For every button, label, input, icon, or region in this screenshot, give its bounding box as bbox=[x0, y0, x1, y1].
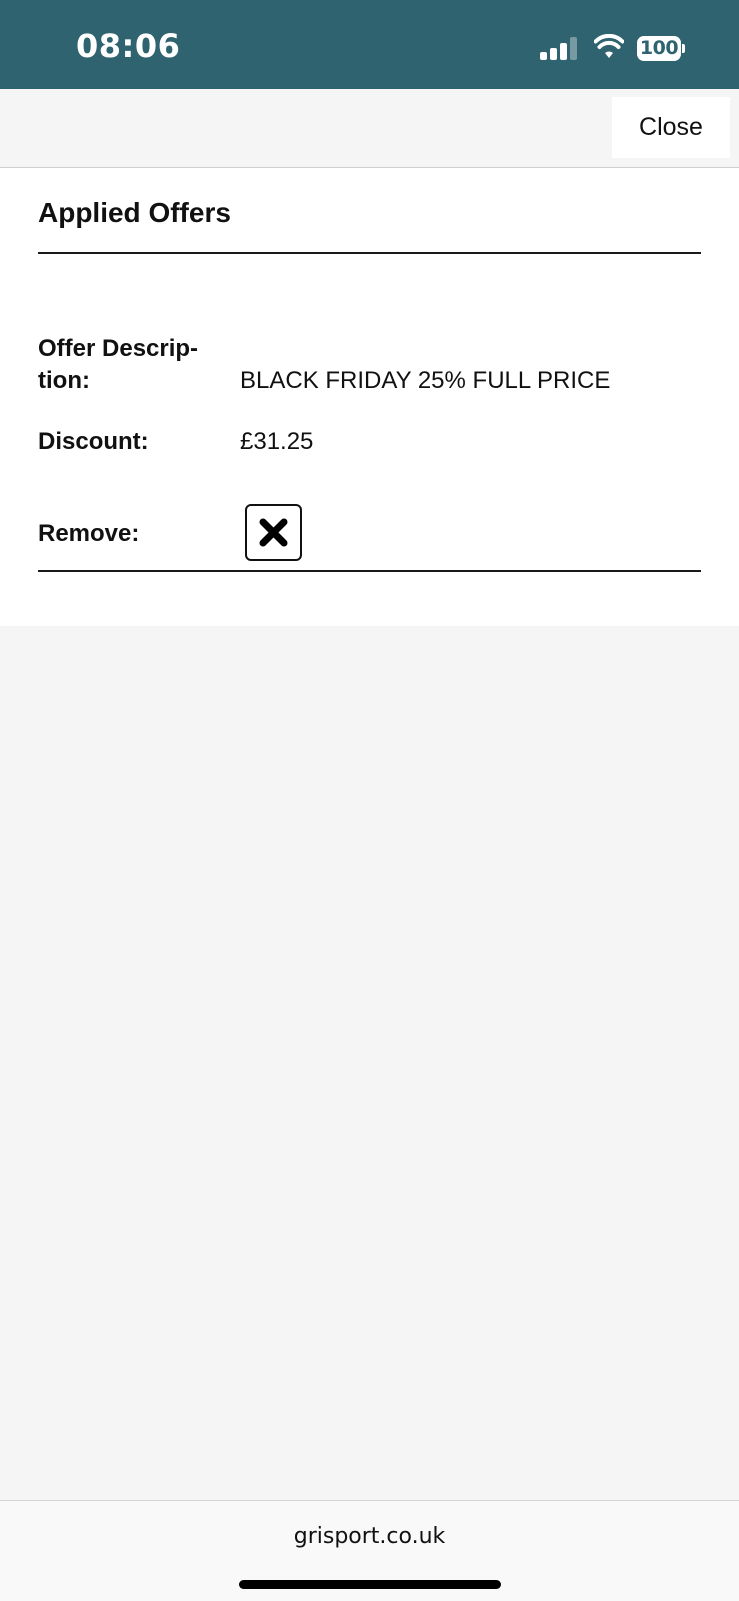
battery-level: 100 bbox=[639, 37, 679, 59]
offer-description-label-line2: tion: bbox=[38, 367, 90, 394]
offer-description-label-line1: Offer Descrip- bbox=[38, 335, 199, 362]
browser-bottom-bar: grisport.co.uk bbox=[0, 1500, 739, 1601]
panel-title: Applied Offers bbox=[38, 197, 231, 228]
battery-icon: 100 bbox=[637, 36, 685, 61]
cellular-signal-icon bbox=[540, 37, 578, 60]
url-text[interactable]: grisport.co.uk bbox=[0, 1524, 739, 1549]
discount-value: £31.25 bbox=[240, 428, 314, 455]
offer-description-value: BLACK FRIDAY 25% FULL PRICE bbox=[240, 367, 611, 394]
remove-offer-button[interactable] bbox=[245, 504, 302, 561]
modal-top-bar: Close bbox=[0, 89, 739, 168]
wifi-icon bbox=[594, 34, 624, 58]
title-divider bbox=[38, 252, 701, 254]
home-indicator[interactable] bbox=[239, 1580, 501, 1589]
remove-label: Remove: bbox=[38, 520, 140, 547]
offer-divider bbox=[38, 570, 701, 572]
status-bar: 08:06 100 bbox=[0, 0, 739, 89]
applied-offers-panel: Applied Offers Offer Descrip- tion: BLAC… bbox=[0, 168, 739, 626]
close-button[interactable]: Close bbox=[612, 97, 730, 158]
offer-description-label: Offer Descrip- tion: bbox=[38, 333, 198, 397]
status-time: 08:06 bbox=[76, 27, 181, 65]
discount-label: Discount: bbox=[38, 428, 149, 455]
battery-nub bbox=[682, 44, 685, 53]
close-x-icon bbox=[259, 518, 288, 547]
